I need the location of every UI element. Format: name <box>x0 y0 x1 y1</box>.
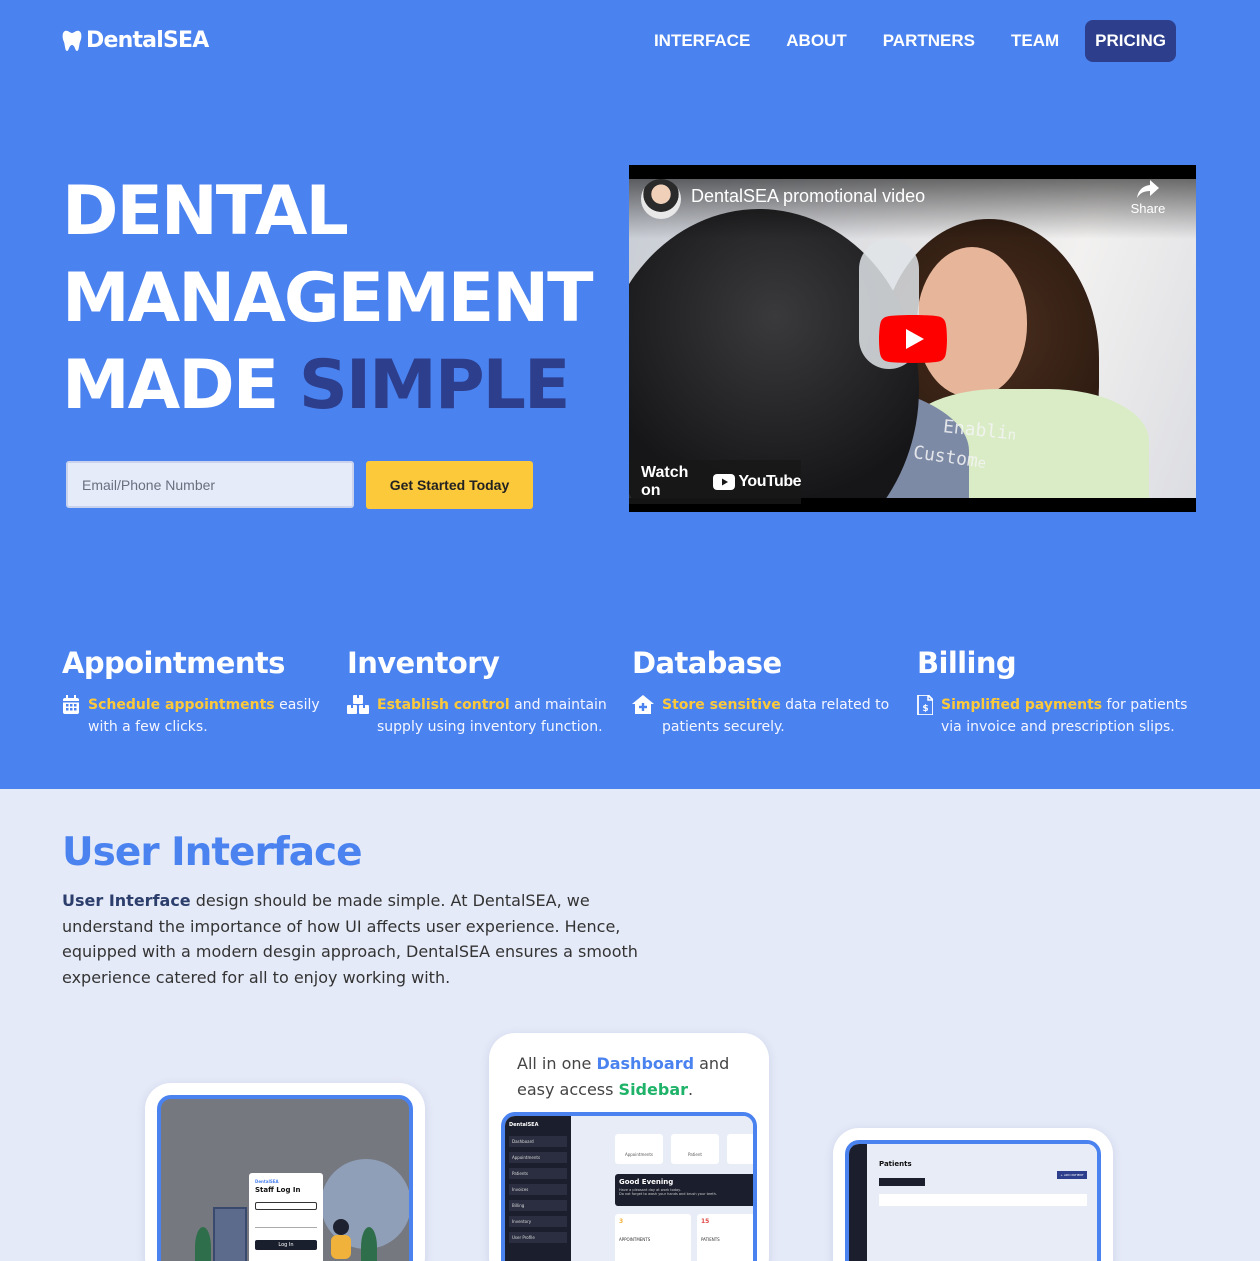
mock-sidebar-item: Appointments <box>509 1152 567 1163</box>
mock-patients-search <box>879 1178 925 1186</box>
headline-line-1: DENTAL <box>62 172 349 251</box>
mock-greeting: Good Evening <box>619 1178 674 1186</box>
decor-plant-right <box>361 1227 377 1261</box>
feature-text: Store sensitive data related to patients… <box>662 697 890 735</box>
feature-text: Establish control and maintain supply us… <box>377 697 607 735</box>
brand-name: DentalSEA <box>86 28 209 53</box>
login-username-field[interactable] <box>255 1202 317 1210</box>
feature-title: Database <box>632 646 782 680</box>
feature-text: Schedule appointments easily with a few … <box>88 697 320 735</box>
preview-card-login[interactable]: DentalSEA Staff Log In Log In <box>145 1083 425 1261</box>
mock-tile: Patient <box>671 1134 719 1164</box>
share-icon <box>1137 180 1159 198</box>
login-form: DentalSEA Staff Log In Log In <box>249 1173 323 1261</box>
youtube-logo: YouTube <box>713 473 801 491</box>
video-title[interactable]: DentalSEA promotional video <box>691 186 925 207</box>
feature-body: Establish control and maintain supply us… <box>347 694 627 738</box>
mock-main: Appointments Patient Good Evening Have a… <box>571 1116 753 1261</box>
boxes-icon <box>347 695 369 714</box>
decor-shelf <box>213 1207 247 1261</box>
share-label: Share <box>1130 201 1166 216</box>
decor-person-body <box>331 1235 351 1259</box>
brand-logo[interactable]: DentalSEA <box>62 28 209 53</box>
share-button[interactable]: Share <box>1128 179 1168 216</box>
mock-sidebar-item: Inventory <box>509 1216 567 1227</box>
calendar-icon <box>63 695 79 714</box>
mock-sidebar-brand: DentalSEA <box>509 1122 539 1128</box>
promo-video-player[interactable]: Enablin Custome DentalSEA promotional vi… <box>629 165 1196 512</box>
feature-title: Appointments <box>62 646 285 680</box>
mock-greeting-sub2: Do not forget to wash your hands and bru… <box>619 1192 718 1196</box>
login-button[interactable]: Log In <box>255 1240 317 1250</box>
hero-headline: DENTAL MANAGEMENT MADE SIMPLE <box>62 168 594 429</box>
mock-sidebar-item: User Profile <box>509 1232 567 1243</box>
secure-home-icon <box>632 695 654 714</box>
feature-title: Inventory <box>347 646 500 680</box>
mock-sidebar-item: Invoices <box>509 1184 567 1195</box>
channel-avatar[interactable] <box>641 179 681 219</box>
preview-card-dashboard[interactable]: All in one Dashboard and easy access Sid… <box>489 1033 769 1261</box>
dashboard-screen-preview: DentalSEA Dashboard Appointments Patient… <box>501 1112 757 1261</box>
mock-sidebar-item: Patients <box>509 1168 567 1179</box>
mock-sidebar-item: Billing <box>509 1200 567 1211</box>
nav-interface[interactable]: INTERFACE <box>636 20 768 62</box>
feature-body: Store sensitive data related to patients… <box>632 694 912 738</box>
patients-screen-preview: Patients + ADD PATIENT <box>845 1140 1101 1261</box>
headline-line-2: MANAGEMENT <box>62 259 594 338</box>
email-phone-input[interactable] <box>66 461 354 508</box>
headline-simple: SIMPLE <box>298 346 571 425</box>
feature-billing: Billing $ Simplified payments for patien… <box>917 646 1197 738</box>
mock-tile: Appointments <box>615 1134 663 1164</box>
svg-text:$: $ <box>922 704 928 714</box>
decor-plant-left <box>195 1227 211 1261</box>
headline-line-3: MADE SIMPLE <box>62 342 592 429</box>
nav-partners[interactable]: PARTNERS <box>865 20 993 62</box>
mock-patients-main: Patients + ADD PATIENT <box>867 1144 1097 1261</box>
decor-person <box>333 1219 349 1235</box>
play-button-icon[interactable] <box>879 315 947 363</box>
ui-section-description: User Interface design should be made sim… <box>62 891 638 987</box>
mock-tile <box>727 1134 753 1164</box>
mock-stat-number: 3 <box>619 1218 624 1225</box>
get-started-button[interactable]: Get Started Today <box>366 461 533 509</box>
mock-stat-label: APPOINTMENTS <box>619 1237 651 1242</box>
dashboard-caption: All in one Dashboard and easy access Sid… <box>517 1054 730 1099</box>
mock-patients-row <box>879 1194 1087 1206</box>
youtube-play-icon <box>713 474 736 490</box>
ui-section-title: User Interface <box>62 830 363 875</box>
feature-body: Schedule appointments easily with a few … <box>62 694 342 738</box>
feature-appointments: Appointments Schedule appointments easil… <box>62 646 342 738</box>
preview-card-patients[interactable]: Patients + ADD PATIENT <box>833 1128 1113 1261</box>
mock-sidebar-item: Dashboard <box>509 1136 567 1147</box>
nav-team[interactable]: TEAM <box>993 20 1077 62</box>
tooth-icon <box>62 30 82 51</box>
nav-about[interactable]: ABOUT <box>768 20 864 62</box>
youtube-label: YouTube <box>738 473 801 490</box>
watch-on-youtube-button[interactable]: Watch on YouTube <box>629 460 801 504</box>
mock-stat-number: 15 <box>701 1218 710 1225</box>
mock-stat-patients: 15 PATIENTS <box>697 1214 753 1261</box>
feature-title: Billing <box>917 646 1017 680</box>
mock-stat-appointments: 3 APPOINTMENTS <box>615 1214 691 1261</box>
watch-on-label: Watch on <box>641 464 689 499</box>
mock-stat-label: PATIENTS <box>701 1237 720 1242</box>
feature-database: Database Store sensitive data related to… <box>632 646 912 738</box>
login-password-field[interactable] <box>255 1220 317 1228</box>
nav-pricing-button[interactable]: PRICING <box>1085 20 1176 62</box>
feature-body: $ Simplified payments for patients via i… <box>917 694 1197 738</box>
mock-sidebar: DentalSEA Dashboard Appointments Patient… <box>505 1116 571 1261</box>
feature-inventory: Inventory Establish control and maintain… <box>347 646 627 738</box>
login-title: Staff Log In <box>255 1186 301 1194</box>
mock-greeting-card: Good Evening Have a pleasant day at work… <box>615 1174 753 1206</box>
login-screen-preview: DentalSEA Staff Log In Log In <box>157 1095 413 1261</box>
feature-text: Simplified payments for patients via inv… <box>941 697 1188 735</box>
login-brand: DentalSEA <box>255 1179 279 1184</box>
mock-add-patient-button: + ADD PATIENT <box>1057 1171 1087 1179</box>
headline-made: MADE <box>62 346 279 425</box>
invoice-icon: $ <box>917 695 933 715</box>
mock-patients-title: Patients <box>879 1160 912 1168</box>
mock-sidebar-collapsed <box>849 1144 867 1261</box>
main-nav: INTERFACE ABOUT PARTNERS TEAM PRICING <box>636 20 1176 62</box>
